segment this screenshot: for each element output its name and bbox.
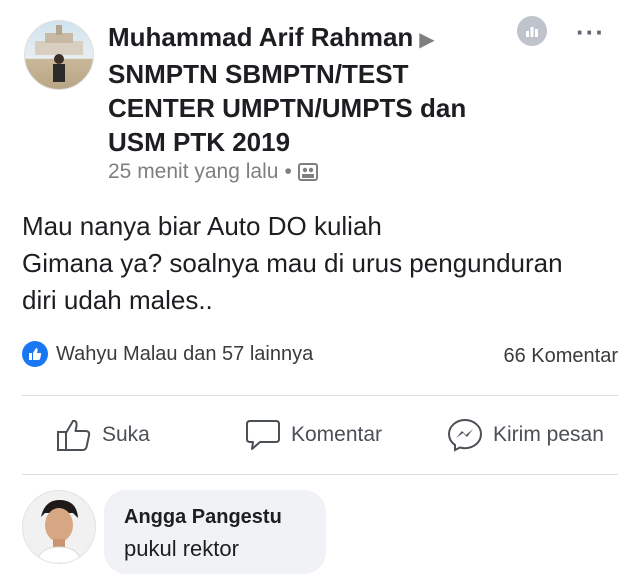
messenger-icon bbox=[447, 418, 483, 452]
author-avatar[interactable] bbox=[24, 20, 94, 90]
meta-separator: • bbox=[284, 160, 292, 183]
post-body-line: Gimana ya? soalnya mau di urus pengundur… bbox=[22, 248, 563, 278]
arrow-right-icon: ▶ bbox=[419, 29, 435, 51]
comment-bubble: Angga Pangestu pukul rektor bbox=[104, 490, 326, 574]
divider bbox=[22, 474, 618, 475]
insights-icon[interactable] bbox=[517, 16, 547, 46]
like-button[interactable]: Suka bbox=[56, 418, 150, 452]
send-message-button[interactable]: Kirim pesan bbox=[447, 418, 604, 452]
post-body: Mau nanya biar Auto DO kuliah Gimana ya?… bbox=[22, 208, 622, 319]
group-name-line-3[interactable]: USM PTK 2019 bbox=[108, 125, 498, 159]
reactions-text: Wahyu Malau dan 57 lainnya bbox=[56, 342, 314, 365]
more-icon[interactable]: ··· bbox=[576, 19, 605, 45]
post-meta: 25 menit yang lalu • bbox=[108, 160, 318, 184]
commenter-name[interactable]: Angga Pangestu bbox=[124, 506, 282, 529]
comment-button[interactable]: Komentar bbox=[245, 418, 382, 452]
author-photo bbox=[35, 25, 83, 82]
group-name-line-2[interactable]: CENTER UMPTN/UMPTS dan bbox=[108, 91, 498, 125]
send-message-label: Kirim pesan bbox=[493, 423, 604, 446]
comment-count[interactable]: 66 Komentar bbox=[503, 345, 618, 368]
post-body-line: diri udah males.. bbox=[22, 285, 213, 315]
group-name-line-1[interactable]: SNMPTN SBMPTN/TEST bbox=[108, 57, 498, 91]
like-label: Suka bbox=[102, 423, 150, 446]
reactions-summary[interactable]: Wahyu Malau dan 57 lainnya bbox=[22, 341, 313, 367]
comment-text: pukul rektor bbox=[124, 536, 239, 561]
comment-icon bbox=[246, 420, 280, 450]
commenter-avatar[interactable] bbox=[22, 490, 96, 564]
divider bbox=[22, 395, 618, 396]
author-name[interactable]: Muhammad Arif Rahman bbox=[108, 22, 413, 52]
action-bar: Suka Komentar Kirim pesan bbox=[0, 410, 640, 462]
group-icon bbox=[297, 163, 318, 181]
like-badge-icon bbox=[22, 341, 48, 367]
comment-label: Komentar bbox=[291, 423, 383, 446]
like-icon bbox=[57, 419, 91, 451]
post-body-line: Mau nanya biar Auto DO kuliah bbox=[22, 211, 382, 241]
timestamp[interactable]: 25 menit yang lalu bbox=[108, 160, 278, 184]
commenter-photo bbox=[36, 499, 82, 563]
post-header: Muhammad Arif Rahman ▶ SNMPTN SBMPTN/TEST… bbox=[108, 20, 498, 159]
